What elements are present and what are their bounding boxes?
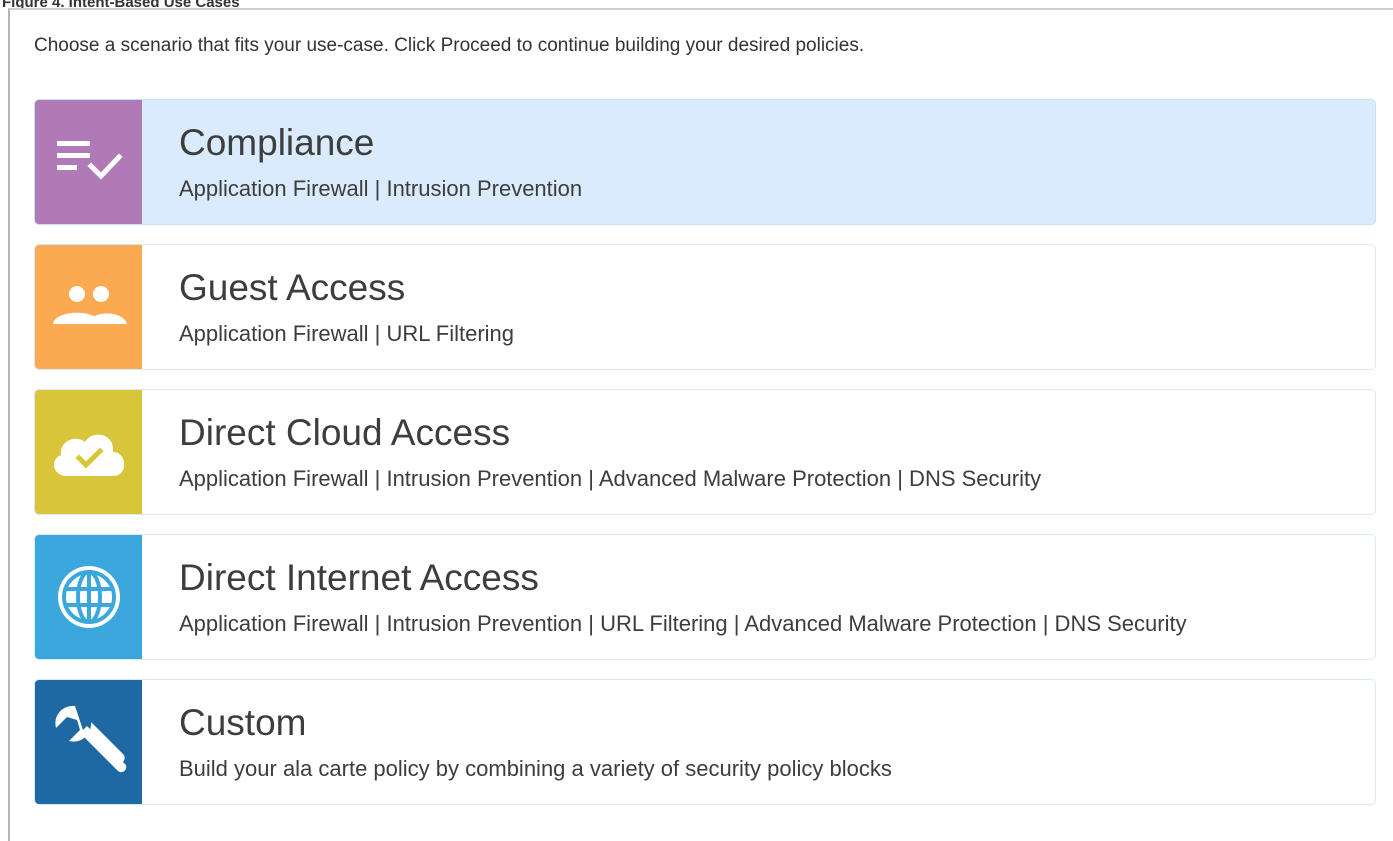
scenario-list: Compliance Application Firewall | Intrus… — [34, 99, 1376, 824]
scenario-subtitle: Application Firewall | Intrusion Prevent… — [179, 611, 1187, 636]
scenario-tile — [35, 390, 142, 514]
checklist-icon — [51, 134, 127, 190]
scenario-card-compliance[interactable]: Compliance Application Firewall | Intrus… — [34, 99, 1376, 225]
scenario-tile — [35, 680, 142, 804]
scenario-subtitle: Application Firewall | URL Filtering — [179, 321, 515, 346]
cloud-check-icon — [47, 422, 131, 482]
scenario-card-guest-access[interactable]: Guest Access Application Firewall | URL … — [34, 244, 1376, 370]
scenario-subtitle: Application Firewall | Intrusion Prevent… — [179, 176, 583, 201]
scenario-title: Compliance — [179, 122, 375, 163]
scenario-card-direct-internet-access[interactable]: Direct Internet Access Application Firew… — [34, 534, 1376, 660]
scenario-subtitle: Application Firewall | Intrusion Prevent… — [179, 466, 1042, 491]
scenario-card-custom[interactable]: Custom Build your ala carte policy by co… — [34, 679, 1376, 805]
scenario-title: Custom — [179, 702, 307, 743]
scenario-tile — [35, 100, 142, 224]
scenario-subtitle: Build your ala carte policy by combining… — [179, 756, 892, 781]
scenario-title: Direct Internet Access — [179, 557, 539, 598]
scenario-title: Direct Cloud Access — [179, 412, 511, 453]
scenario-card-direct-cloud-access[interactable]: Direct Cloud Access Application Firewall… — [34, 389, 1376, 515]
intro-text: Choose a scenario that fits your use-cas… — [34, 35, 865, 56]
globe-icon — [53, 561, 125, 633]
scenario-tile — [35, 535, 142, 659]
wrench-icon — [47, 700, 131, 784]
people-icon — [49, 279, 129, 335]
scenario-title: Guest Access — [179, 267, 406, 308]
scenario-tile — [35, 245, 142, 369]
